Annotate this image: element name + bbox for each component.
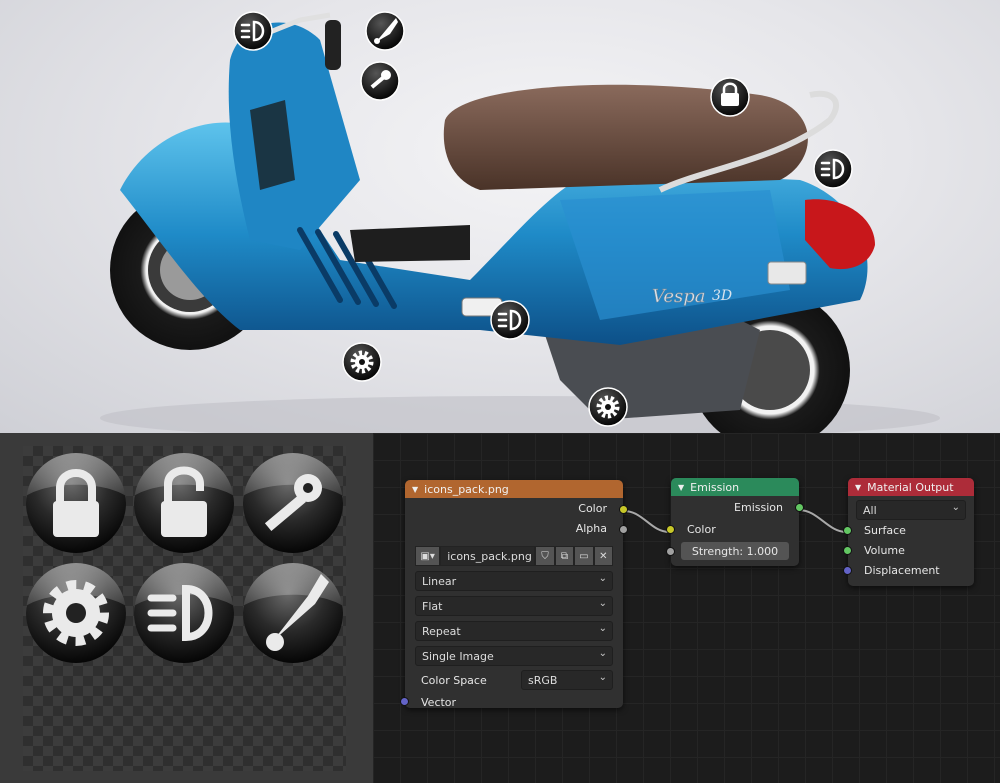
alpha-output-socket[interactable]	[619, 525, 628, 534]
socket-row-color-in: Color	[666, 518, 799, 540]
hotspot-key[interactable]	[360, 61, 400, 101]
chevron-down-icon: ⌄	[598, 672, 607, 683]
interpolation-select[interactable]: Linear ⌄	[415, 571, 613, 591]
strength-input-socket[interactable]	[666, 547, 675, 556]
chevron-down-icon: ⌄	[598, 623, 607, 634]
target-select[interactable]: All ⌄	[856, 500, 966, 520]
input-label-displacement: Displacement	[864, 563, 940, 577]
collapse-arrow-icon[interactable]: ▼	[855, 483, 861, 492]
socket-row-emission-out: Emission	[671, 496, 804, 518]
atlas-headlight-icon	[134, 563, 234, 663]
target-value: All	[863, 503, 877, 517]
image-name-field[interactable]: icons_pack.png	[440, 546, 536, 566]
collapse-arrow-icon[interactable]: ▼	[412, 485, 418, 494]
hotspot-lock[interactable]	[710, 77, 750, 117]
input-label-surface: Surface	[864, 523, 906, 537]
shader-node-editor[interactable]: ▼ icons_pack.png Color Alpha ▣▾ icons_pa…	[373, 433, 1000, 783]
material-output-node[interactable]: ▼ Material Output All ⌄ Surface Volume D…	[843, 478, 974, 586]
output-label-emission: Emission	[734, 500, 783, 514]
hotspot-headlight-1[interactable]	[233, 11, 273, 51]
color-output-socket[interactable]	[619, 505, 628, 514]
material-output-node-header[interactable]: ▼ Material Output	[848, 478, 974, 496]
image-browse-button[interactable]: ▣▾	[415, 546, 441, 566]
chevron-down-icon: ⌄	[598, 598, 607, 609]
image-texture-node-header[interactable]: ▼ icons_pack.png	[405, 480, 623, 498]
socket-row-displacement-in: Displacement	[843, 560, 974, 580]
fake-user-shield-icon[interactable]: ⛉	[535, 546, 555, 566]
input-label-vector: Vector	[421, 695, 457, 709]
image-selector-row: ▣▾ icons_pack.png ⛉ ⧉ ▭ ✕	[415, 546, 613, 566]
hotspot-headlight-2[interactable]	[813, 149, 853, 189]
chevron-down-icon: ⌄	[598, 573, 607, 584]
surface-input-socket[interactable]	[843, 526, 852, 535]
emission-output-socket[interactable]	[795, 503, 804, 512]
chevron-down-icon: ⌄	[951, 502, 960, 513]
output-label-color: Color	[578, 501, 607, 515]
socket-row-vector-in: Vector	[400, 690, 623, 714]
duplicate-image-icon[interactable]: ⧉	[554, 546, 575, 566]
extension-value: Repeat	[422, 624, 461, 638]
atlas-horn-icon	[243, 563, 343, 663]
chevron-down-icon: ⌄	[598, 648, 607, 659]
socket-row-volume-in: Volume	[843, 540, 974, 560]
emission-color-input-socket[interactable]	[666, 525, 675, 534]
vespa-badge: Vespa	[652, 286, 706, 307]
atlas-gear-icon	[26, 563, 126, 663]
atlas-lock-closed-icon	[26, 453, 126, 553]
atlas-lock-open-icon	[134, 453, 234, 553]
input-label-color: Color	[687, 522, 716, 536]
color-space-label: Color Space	[421, 673, 487, 687]
color-space-value: sRGB	[528, 673, 558, 687]
image-texture-node[interactable]: ▼ icons_pack.png Color Alpha ▣▾ icons_pa…	[400, 480, 628, 709]
socket-row-strength-in: Strength: 1.000	[666, 540, 799, 562]
strength-label: Strength:	[691, 544, 744, 558]
emission-node[interactable]: ▼ Emission Emission Color Strength: 1.00…	[666, 478, 804, 566]
socket-row-color-out: Color	[405, 498, 628, 518]
emission-node-title: Emission	[690, 480, 740, 494]
projection-select[interactable]: Flat ⌄	[415, 596, 613, 616]
projection-value: Flat	[422, 599, 443, 613]
material-output-node-title: Material Output	[867, 480, 954, 494]
hotspot-headlight-3[interactable]	[490, 300, 530, 340]
strength-field[interactable]: Strength: 1.000	[681, 542, 789, 560]
output-label-alpha: Alpha	[575, 521, 607, 535]
socket-row-alpha-out: Alpha	[405, 518, 628, 538]
hotspot-gear-1[interactable]	[342, 342, 382, 382]
vespa-badge-suffix: 3D	[712, 288, 732, 304]
scooter-render: Vespa 3D	[100, 11, 940, 433]
3d-viewport[interactable]: Vespa 3D	[0, 0, 1000, 433]
emission-node-header[interactable]: ▼ Emission	[671, 478, 799, 496]
source-value: Single Image	[422, 649, 494, 663]
volume-input-socket[interactable]	[843, 546, 852, 555]
source-select[interactable]: Single Image ⌄	[415, 646, 613, 666]
icon-atlas-image[interactable]	[23, 446, 346, 771]
collapse-arrow-icon[interactable]: ▼	[678, 483, 684, 492]
vector-input-socket[interactable]	[400, 697, 409, 706]
hotspot-horn[interactable]	[365, 11, 405, 51]
image-texture-node-title: icons_pack.png	[424, 482, 509, 496]
image-editor-panel[interactable]	[0, 433, 373, 783]
unlink-close-icon[interactable]: ✕	[593, 546, 613, 566]
color-space-row: Color Space sRGB ⌄	[415, 670, 613, 690]
socket-row-surface-in: Surface	[843, 520, 974, 540]
color-space-select[interactable]: sRGB ⌄	[521, 670, 613, 690]
atlas-key-icon	[243, 453, 343, 553]
strength-value: 1.000	[746, 544, 779, 558]
hotspot-gear-2[interactable]	[588, 387, 628, 427]
extension-select[interactable]: Repeat ⌄	[415, 621, 613, 641]
displacement-input-socket[interactable]	[843, 566, 852, 575]
interpolation-value: Linear	[422, 574, 457, 588]
open-folder-icon[interactable]: ▭	[574, 546, 594, 566]
input-label-volume: Volume	[864, 543, 905, 557]
